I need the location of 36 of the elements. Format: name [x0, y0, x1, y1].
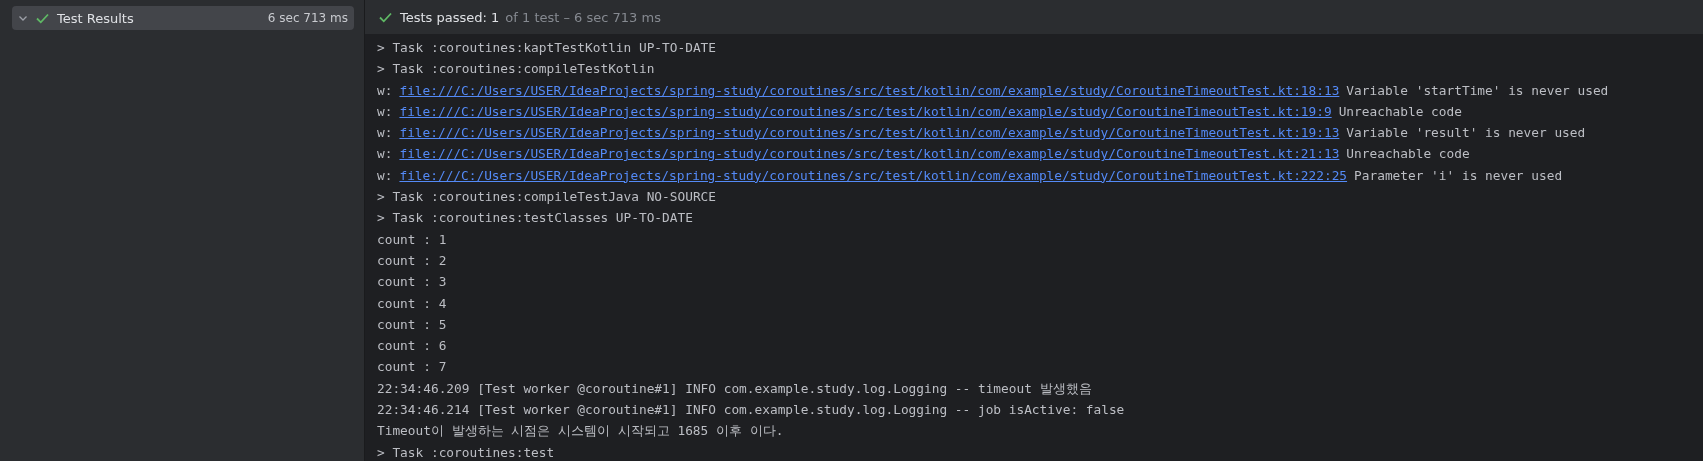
- warning-message: Parameter 'i' is never used: [1354, 167, 1563, 183]
- warning-prefix: w:: [377, 103, 393, 119]
- output-line: count : 1: [377, 230, 448, 249]
- task-line: > Task :coroutines:test: [377, 443, 556, 461]
- output-line: count : 7: [377, 358, 448, 377]
- warning-prefix: w:: [377, 146, 393, 162]
- warning-prefix: w:: [377, 125, 393, 141]
- task-line: > Task :coroutines:kaptTestKotlin UP-TO-DATE: [377, 39, 717, 57]
- output-line: count : 5: [377, 315, 448, 334]
- warning-message: Unreachable code: [1338, 103, 1462, 119]
- status-detail: of 1 test – 6 sec 713 ms: [505, 9, 661, 25]
- warning-message: Variable 'startTime' is never used: [1346, 82, 1609, 98]
- output-line: 22:34:46.209 [Test worker @coroutine#1] INFO com.example.study.log.Logging -- timeout 발생했음: [377, 379, 1093, 398]
- tree-item[interactable]: Test Results 6 sec 713 ms: [12, 6, 354, 30]
- task-line: > Task :coroutines:testClasses UP-TO-DATE: [377, 209, 694, 228]
- warning-message: Unreachable code: [1346, 146, 1470, 162]
- file-link[interactable]: file:///C:/Users/USER/IdeaProjects/spring-study/coroutines/src/test/kotlin/com/example/study/CoroutineTimeoutTest.kt:18:13: [399, 82, 1340, 98]
- tree-item-label: Test Results: [57, 10, 135, 26]
- task-line: > Task :coroutines:compileTestJava NO-SOURCE: [377, 188, 717, 207]
- file-link[interactable]: file:///C:/Users/USER/IdeaProjects/spring-study/coroutines/src/test/kotlin/com/example/study/CoroutineTimeoutTest.kt:21:13: [399, 146, 1340, 162]
- test-duration: 6 sec 713 ms: [267, 11, 348, 25]
- status-summary: Tests passed: 1: [400, 9, 500, 25]
- output-line: count : 3: [377, 273, 448, 292]
- warning-prefix: w:: [377, 167, 393, 183]
- warning-prefix: w:: [377, 82, 393, 98]
- output-line: count : 4: [377, 294, 448, 313]
- output-line: count : 2: [377, 251, 448, 270]
- file-link[interactable]: file:///C:/Users/USER/IdeaProjects/spring-study/coroutines/src/test/kotlin/com/example/study/CoroutineTimeoutTest.kt:19:13: [399, 125, 1340, 141]
- output-line: 22:34:46.214 [Test worker @coroutine#1] INFO com.example.study.log.Logging -- job isActive: false: [377, 401, 1126, 420]
- file-link[interactable]: file:///C:/Users/USER/IdeaProjects/spring-study/coroutines/src/test/kotlin/com/example/study/CoroutineTimeoutTest.kt:19:9: [399, 103, 1332, 119]
- task-line: > Task :coroutines:compileTestKotlin: [377, 60, 656, 79]
- file-link[interactable]: file:///C:/Users/USER/IdeaProjects/spring-study/coroutines/src/test/kotlin/com/example/study/CoroutineTimeoutTest.kt:222:25: [399, 167, 1348, 183]
- warning-message: Variable 'result' is never used: [1346, 125, 1586, 141]
- output-line: Timeout이 발생하는 시점은 시스템이 시작되고 1685 이후 이다.: [377, 422, 785, 441]
- output-line: count : 6: [377, 337, 448, 356]
- chevron-icon[interactable]: [18, 13, 28, 23]
